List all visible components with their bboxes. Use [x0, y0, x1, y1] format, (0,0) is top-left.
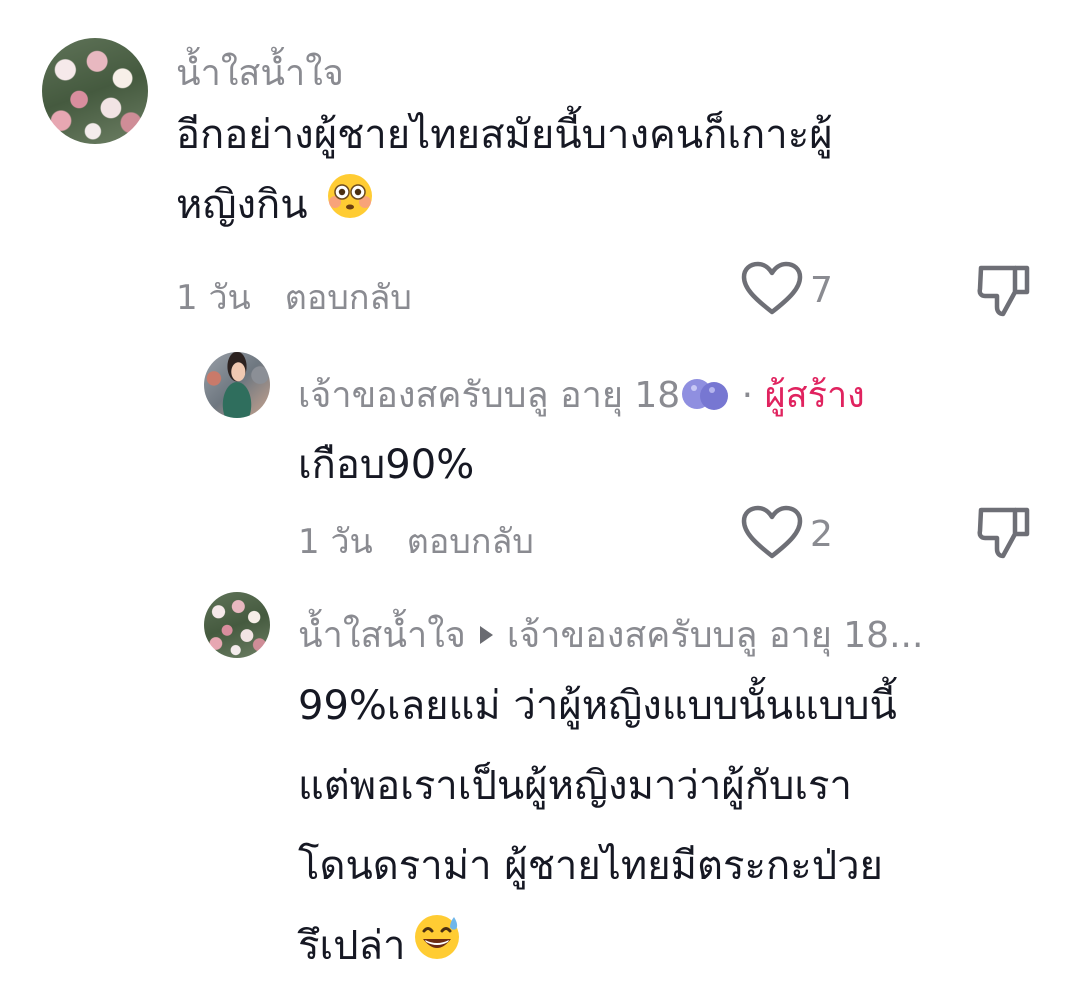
comment-username[interactable]: น้ำใสน้ำใจ: [298, 615, 466, 656]
comment-text-line: 99%เลยแม่ ว่าผู้หญิงแบบนั้นแบบนี้: [298, 683, 897, 729]
comment-meta: 1 วัน ตอบกลับ: [176, 270, 412, 324]
grinning-sweat-emoji: [412, 908, 462, 988]
avatar[interactable]: [204, 352, 270, 418]
dislike-button[interactable]: [975, 504, 1033, 564]
reply-to-username[interactable]: เจ้าของสครับบลู อายุ 18...: [507, 615, 924, 656]
comment-username[interactable]: น้ำใสน้ำใจ: [176, 44, 344, 101]
comment-username[interactable]: เจ้าของสครับบลู อายุ 18: [298, 375, 680, 416]
reply-button[interactable]: ตอบกลับ: [285, 278, 412, 318]
blueberries-emoji: [680, 372, 730, 423]
flushed-face-emoji: [326, 172, 374, 242]
avatar[interactable]: [204, 592, 270, 658]
reply-button[interactable]: ตอบกลับ: [407, 522, 534, 562]
comment-time: 1 วัน: [176, 278, 251, 318]
comment-text: 99%เลยแม่ ว่าผู้หญิงแบบนั้นแบบนี้ แต่พอเ…: [298, 666, 1058, 988]
comment-text-line: อีกอย่างผู้ชายไทยสมัยนี้บางคนก็เกาะผู้: [176, 112, 833, 158]
heart-outline-icon: [740, 260, 804, 320]
avatar[interactable]: [42, 38, 148, 144]
comment-username-row: น้ำใสน้ำใจ เจ้าของสครับบลู อายุ 18...: [298, 606, 923, 663]
creator-badge: ผู้สร้าง: [764, 375, 865, 416]
caret-right-icon: [479, 626, 493, 644]
comment-text: อีกอย่างผู้ชายไทยสมัยนี้บางคนก็เกาะผู้ ห…: [176, 100, 1056, 242]
separator-dot: ·: [741, 375, 754, 416]
comment-time: 1 วัน: [298, 522, 373, 562]
comment-text-line-with-emoji: รึเปล่า: [298, 906, 1058, 988]
dislike-button[interactable]: [975, 262, 1033, 322]
like-count: 7: [810, 269, 833, 311]
comment-text-line-with-emoji: หญิงกิน: [176, 170, 1056, 242]
comment-text-line: รึเปล่า: [298, 923, 406, 969]
thumbs-down-outline-icon: [975, 265, 1033, 322]
comment-text-line: โดนดราม่า ผู้ชายไทยมีตระกะป่วย: [298, 843, 883, 889]
heart-outline-icon: [740, 504, 804, 564]
thumbs-down-outline-icon: [975, 507, 1033, 564]
comment-username-row: เจ้าของสครับบลู อายุ 18 · ผู้สร้าง: [298, 366, 865, 423]
like-count: 2: [810, 513, 833, 555]
comment-text: เกือบ90%: [298, 442, 475, 488]
comment-meta: 1 วัน ตอบกลับ: [298, 514, 534, 568]
comment-text-line: แต่พอเราเป็นผู้หญิงมาว่าผู้กับเรา: [298, 763, 853, 809]
like-button[interactable]: 2: [740, 504, 833, 564]
comment-text-line: หญิงกิน: [176, 182, 308, 228]
like-button[interactable]: 7: [740, 260, 833, 320]
